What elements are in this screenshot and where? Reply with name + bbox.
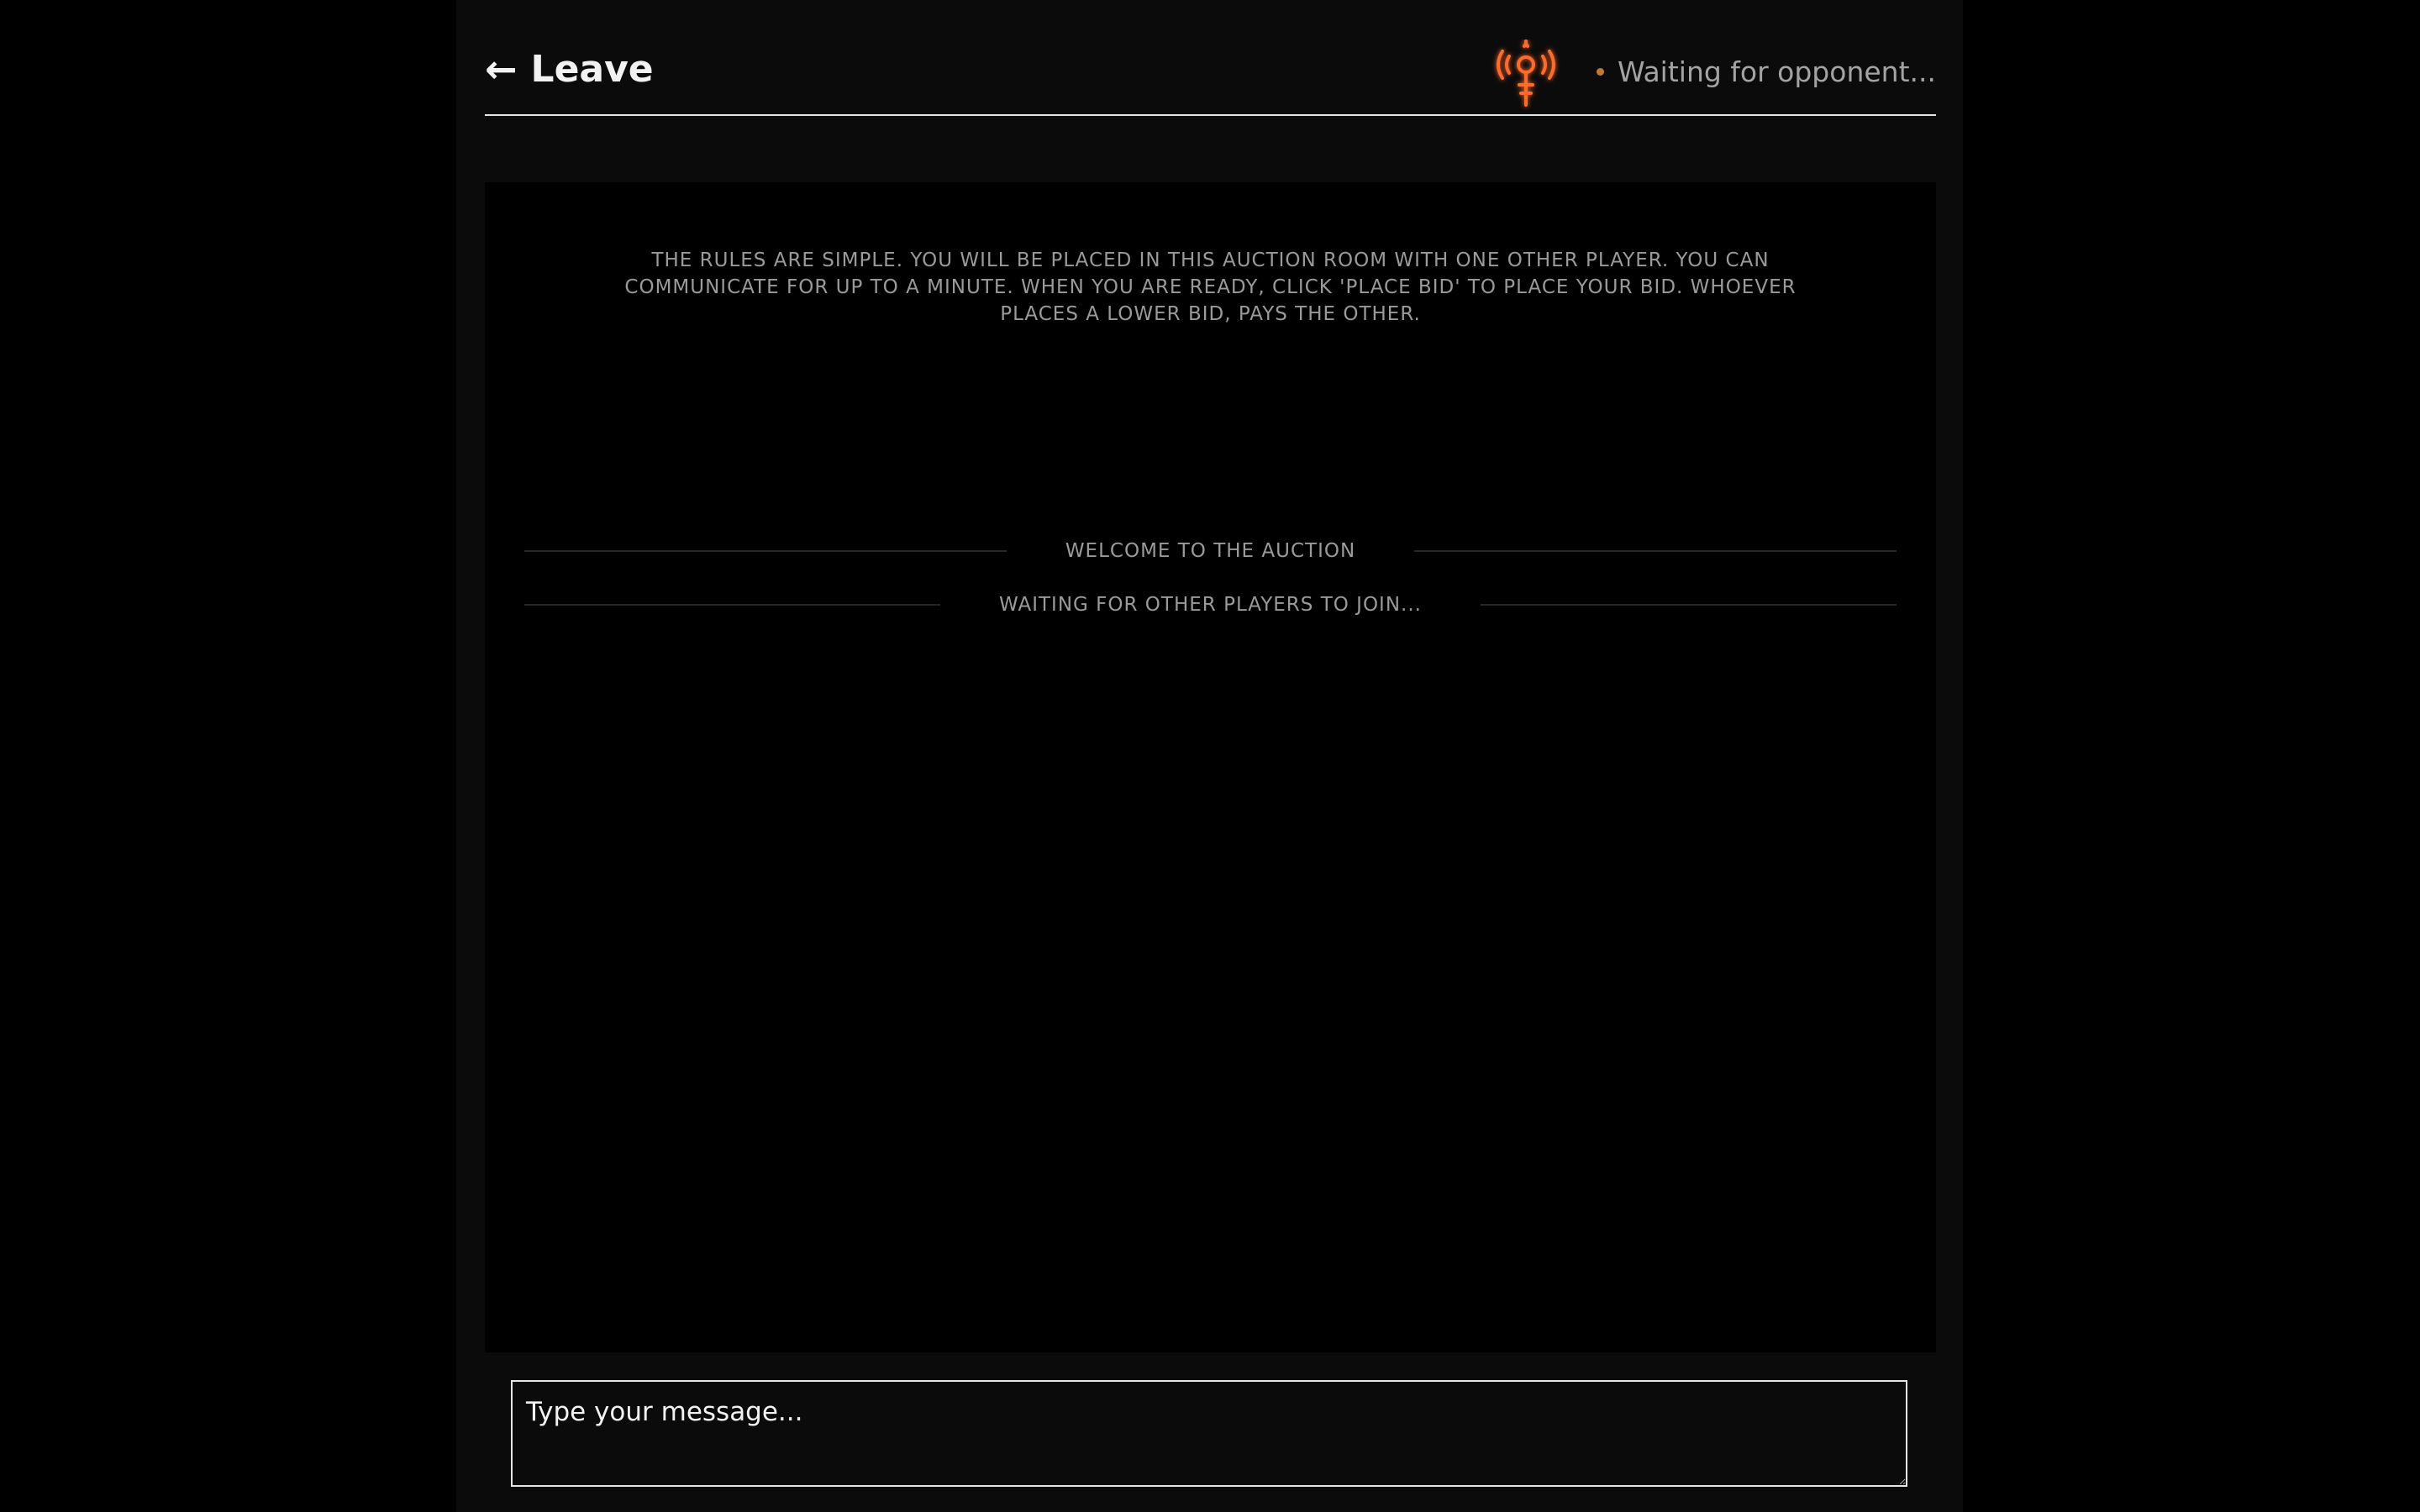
status-dot-icon bbox=[1596, 67, 1604, 76]
system-message-label: Waiting for other players to join... bbox=[999, 594, 1422, 616]
message-input[interactable] bbox=[511, 1380, 1907, 1487]
app-column: ← Leave Waiting for opponent... THE RULE… bbox=[456, 0, 1963, 1512]
system-message: Welcome to the auction bbox=[524, 537, 1897, 565]
status-area: Waiting for opponent... bbox=[1491, 34, 1936, 109]
chat-panel: The rules are simple. You will be placed… bbox=[485, 182, 1936, 1352]
system-message: Waiting for other players to join... bbox=[524, 591, 1897, 619]
system-message-label: Welcome to the auction bbox=[1065, 540, 1356, 562]
leave-button[interactable]: ← Leave bbox=[485, 44, 654, 94]
leave-label: Leave bbox=[530, 47, 654, 91]
header: ← Leave Waiting for opponent... bbox=[485, 0, 1936, 116]
status-text: Waiting for opponent... bbox=[1617, 55, 1936, 88]
left-arrow-icon: ← bbox=[485, 46, 518, 92]
rules-text: The rules are simple. You will be placed… bbox=[624, 249, 1797, 325]
robot-logo-icon bbox=[1496, 39, 1555, 107]
